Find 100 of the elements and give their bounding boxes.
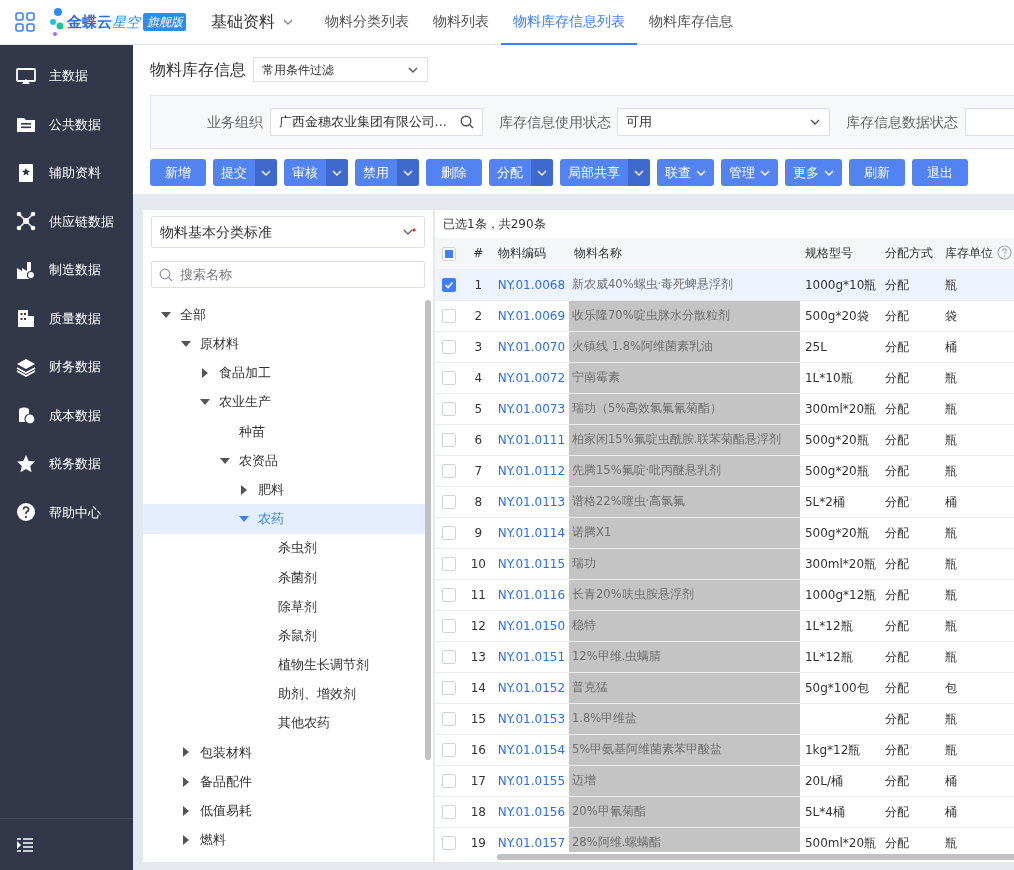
module-dropdown[interactable]: 基础资料 bbox=[205, 9, 300, 35]
sidebar-item[interactable]: 辅助资料 bbox=[0, 148, 133, 197]
material-code-link[interactable]: NY.01.0152 bbox=[497, 680, 566, 695]
material-code-link[interactable]: NY.01.0116 bbox=[497, 587, 566, 602]
material-code-link[interactable]: NY.01.0073 bbox=[497, 401, 566, 416]
table-cell: 瓶 bbox=[940, 424, 1014, 455]
toolbar-button[interactable]: 删除 bbox=[426, 159, 482, 186]
table-cell: 300ml*20瓶 bbox=[799, 548, 881, 579]
sidebar-item[interactable]: 成本数据 bbox=[0, 391, 133, 440]
toolbar-button[interactable]: 分配 bbox=[489, 159, 553, 186]
input-field[interactable]: 广西金穗农业集团有限公司... bbox=[269, 108, 483, 136]
toolbar-button[interactable]: 刷新 bbox=[849, 159, 905, 186]
table-cell: 瑞功（5%高效氯氟氰菊酯） bbox=[569, 393, 800, 424]
table-cell: 分配 bbox=[880, 610, 941, 641]
material-code-link[interactable]: NY.01.0072 bbox=[497, 370, 566, 385]
tree-node[interactable]: 燃料 bbox=[143, 825, 425, 855]
table-cell: 瓶 bbox=[940, 393, 1014, 424]
sidebar-item[interactable]: 主数据 bbox=[0, 51, 133, 100]
row-number: 5 bbox=[463, 393, 493, 424]
toolbar-button[interactable]: 管理 bbox=[721, 159, 778, 186]
material-code-link[interactable]: NY.01.0070 bbox=[497, 339, 566, 354]
material-code-link[interactable]: NY.01.0115 bbox=[497, 556, 566, 571]
tree-node[interactable]: 备品配件 bbox=[143, 767, 425, 797]
material-code-link[interactable]: NY.01.0156 bbox=[497, 804, 566, 819]
tree-node[interactable]: 原材料 bbox=[143, 329, 425, 359]
sidebar-item[interactable]: 财务数据 bbox=[0, 342, 133, 391]
tree-node[interactable]: 种苗 bbox=[143, 416, 425, 446]
toolbar-button[interactable]: 提交 bbox=[213, 159, 277, 186]
table-cell: 分配 bbox=[880, 362, 941, 393]
table-cell: 桶 bbox=[940, 765, 1014, 796]
toolbar-button[interactable]: 新增 bbox=[150, 159, 206, 186]
tab[interactable]: 物料库存信息 bbox=[636, 0, 745, 45]
toolbar-button[interactable]: 联查 bbox=[657, 159, 714, 186]
sidebar-item[interactable]: 供应链数据 bbox=[0, 197, 133, 246]
tree-node[interactable]: 其他农药 bbox=[143, 708, 425, 738]
material-code-link[interactable]: NY.01.0157 bbox=[497, 835, 566, 850]
tree-node[interactable]: 杀鼠剂 bbox=[143, 621, 425, 651]
sidebar-item[interactable]: 帮助中心 bbox=[0, 488, 133, 537]
material-code-link[interactable]: NY.01.0154 bbox=[497, 742, 566, 757]
selection-summary: 已选1条，共290条 bbox=[442, 216, 547, 233]
tab[interactable]: 物料分类列表 bbox=[312, 0, 421, 45]
toolbar-button[interactable]: 审核 bbox=[284, 159, 348, 186]
table-cell: 长青20%呋虫胺悬浮剂 bbox=[569, 579, 800, 610]
tree-node[interactable]: 杀菌剂 bbox=[143, 562, 425, 592]
table-cell: 50g*100包 bbox=[799, 672, 881, 703]
column-header: 物料名称 bbox=[569, 238, 800, 269]
material-code-link[interactable]: NY.01.0113 bbox=[497, 494, 566, 509]
sidebar-item[interactable]: 公共数据 bbox=[0, 100, 133, 149]
material-code-link[interactable]: NY.01.0069 bbox=[497, 308, 566, 323]
material-code-link[interactable]: NY.01.0111 bbox=[497, 432, 566, 447]
search-field[interactable]: 搜索名称 bbox=[151, 261, 425, 288]
table-cell: 新农威40%螺虫·毒死蜱悬浮剂 bbox=[569, 269, 800, 300]
table-cell: 火镇线 1.8%阿维菌素乳油 bbox=[569, 331, 800, 362]
material-code-link[interactable]: NY.01.0114 bbox=[497, 525, 566, 540]
sidebar-item[interactable]: 质量数据 bbox=[0, 294, 133, 343]
tree-node[interactable]: 食品加工 bbox=[143, 358, 425, 388]
tree-node[interactable]: 植物生长调节剂 bbox=[143, 650, 425, 680]
toolbar-button[interactable]: 退出 bbox=[912, 159, 968, 186]
table-cell: 500g*20瓶 bbox=[799, 455, 881, 486]
sidebar-item[interactable]: 税务数据 bbox=[0, 439, 133, 488]
tree-node[interactable]: 农业生产 bbox=[143, 387, 425, 417]
table-cell: 分配 bbox=[880, 486, 941, 517]
toolbar-button[interactable]: 禁用 bbox=[355, 159, 419, 186]
input-field[interactable]: 可用 bbox=[617, 108, 830, 136]
table-cell: 分配 bbox=[880, 672, 941, 703]
tree-node[interactable]: 农资品 bbox=[143, 445, 425, 476]
tree-node[interactable]: 低值易耗 bbox=[143, 796, 425, 826]
table-cell: 20L/桶 bbox=[799, 765, 881, 796]
material-code-link[interactable]: NY.01.0155 bbox=[497, 773, 566, 788]
table-cell: 500g*20袋 bbox=[799, 300, 881, 331]
tree-node[interactable]: 全部 bbox=[143, 300, 425, 330]
material-code-link[interactable]: NY.01.0112 bbox=[497, 463, 566, 478]
tree-node[interactable]: 肥料 bbox=[143, 475, 425, 505]
table-cell: 瓶 bbox=[940, 455, 1014, 486]
table-cell: 分配 bbox=[880, 703, 941, 734]
toolbar-button[interactable]: 局部共享 bbox=[560, 159, 650, 186]
table-cell: 瓶 bbox=[940, 734, 1014, 765]
tree-node[interactable]: 除草剂 bbox=[143, 591, 425, 622]
toolbar-button[interactable]: 更多 bbox=[785, 159, 842, 186]
sidebar-item[interactable]: 制造数据 bbox=[0, 245, 133, 294]
table-cell: 1L*12瓶 bbox=[799, 641, 881, 672]
standard-dropdown[interactable]: 物料基本分类标准 bbox=[151, 216, 425, 248]
table-cell: 1L*10瓶 bbox=[799, 362, 881, 393]
tree-node[interactable]: 杀虫剂 bbox=[143, 533, 425, 563]
table-cell: 分配 bbox=[880, 393, 941, 424]
table-cell: 稳特 bbox=[569, 610, 800, 641]
material-code-link[interactable]: NY.01.0151 bbox=[497, 649, 566, 664]
row-number: 6 bbox=[463, 424, 493, 455]
tree-node[interactable]: 助剂、增效剂 bbox=[143, 679, 425, 709]
logo-product: 星空 bbox=[112, 12, 140, 32]
tree-node[interactable]: 包装材料 bbox=[143, 737, 425, 767]
edition-badge: 旗舰版 bbox=[143, 13, 186, 31]
row-number: 9 bbox=[463, 517, 493, 548]
table-cell: 普克猛 bbox=[569, 672, 800, 703]
scheme-dropdown[interactable]: 常用条件过滤 bbox=[252, 57, 428, 82]
material-code-link[interactable]: NY.01.0153 bbox=[497, 711, 566, 726]
material-code-link[interactable]: NY.01.0150 bbox=[497, 618, 566, 633]
page-title: 物料库存信息 bbox=[150, 58, 246, 81]
row-number: 3 bbox=[463, 331, 493, 362]
tab[interactable]: 物料列表 bbox=[420, 0, 501, 45]
